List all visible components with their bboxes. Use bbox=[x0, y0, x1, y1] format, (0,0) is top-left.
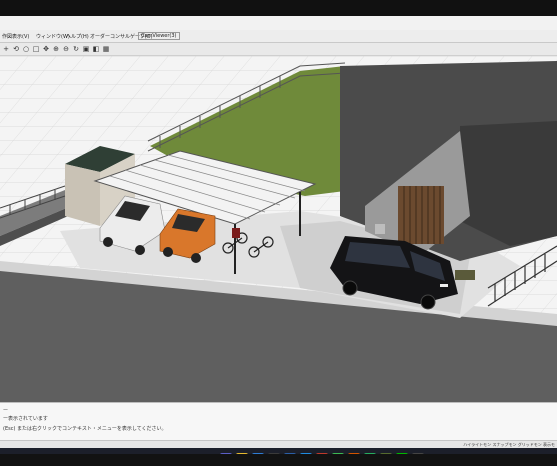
menu-bar: 作図表示(V) ウィンドウ(W) ヘルプ(H) オーダーコンサルゲーブ(O) C… bbox=[0, 30, 557, 43]
monitor-bezel bbox=[0, 454, 557, 466]
toolbar: + ⟲ ○ □ ✥ ⊕ ⊖ ↻ ▣ ◧ ▦ bbox=[0, 43, 557, 56]
3d-viewport[interactable] bbox=[0, 56, 557, 402]
command-line-1: ー bbox=[3, 408, 9, 414]
zoom-out-icon[interactable]: ⊖ bbox=[62, 45, 70, 53]
zoom-in-icon[interactable]: ⊕ bbox=[52, 45, 60, 53]
app-screen: 作図表示(V) ウィンドウ(W) ヘルプ(H) オーダーコンサルゲーブ(O) C… bbox=[0, 16, 557, 454]
mailbox bbox=[375, 224, 385, 234]
command-prompt[interactable]: (Esc) または右クリックでコンテキスト・メニューを表示してください。 bbox=[3, 425, 167, 432]
command-line-2: ー表示されています bbox=[3, 416, 48, 422]
menu-item-window[interactable]: ウィンドウ(W) bbox=[36, 33, 70, 40]
grid-icon[interactable]: ▦ bbox=[102, 45, 110, 53]
view-icon[interactable]: ◧ bbox=[92, 45, 100, 53]
wooden-screen bbox=[398, 186, 444, 244]
fit-icon[interactable]: ▣ bbox=[82, 45, 90, 53]
pan-icon[interactable]: ✥ bbox=[42, 45, 50, 53]
menu-item-view[interactable]: 作図表示(V) bbox=[2, 33, 29, 40]
circle-icon[interactable]: ○ bbox=[22, 45, 30, 53]
rotate-icon[interactable]: ↻ bbox=[72, 45, 80, 53]
plus-icon[interactable]: + bbox=[2, 45, 10, 53]
monitor: 作図表示(V) ウィンドウ(W) ヘルプ(H) オーダーコンサルゲーブ(O) C… bbox=[0, 0, 557, 466]
building-side bbox=[460, 121, 557, 246]
command-panel: ー ー表示されています (Esc) または右クリックでコンテキスト・メニューを表… bbox=[0, 402, 557, 441]
viewer-label[interactable]: CamViewer(3) bbox=[138, 32, 180, 40]
arrow-icon[interactable]: ⟲ bbox=[12, 45, 20, 53]
menu-item-help[interactable]: ヘルプ(H) bbox=[66, 33, 89, 40]
planter bbox=[455, 270, 475, 280]
square-icon[interactable]: □ bbox=[32, 45, 40, 53]
scene-drawing bbox=[0, 56, 557, 402]
